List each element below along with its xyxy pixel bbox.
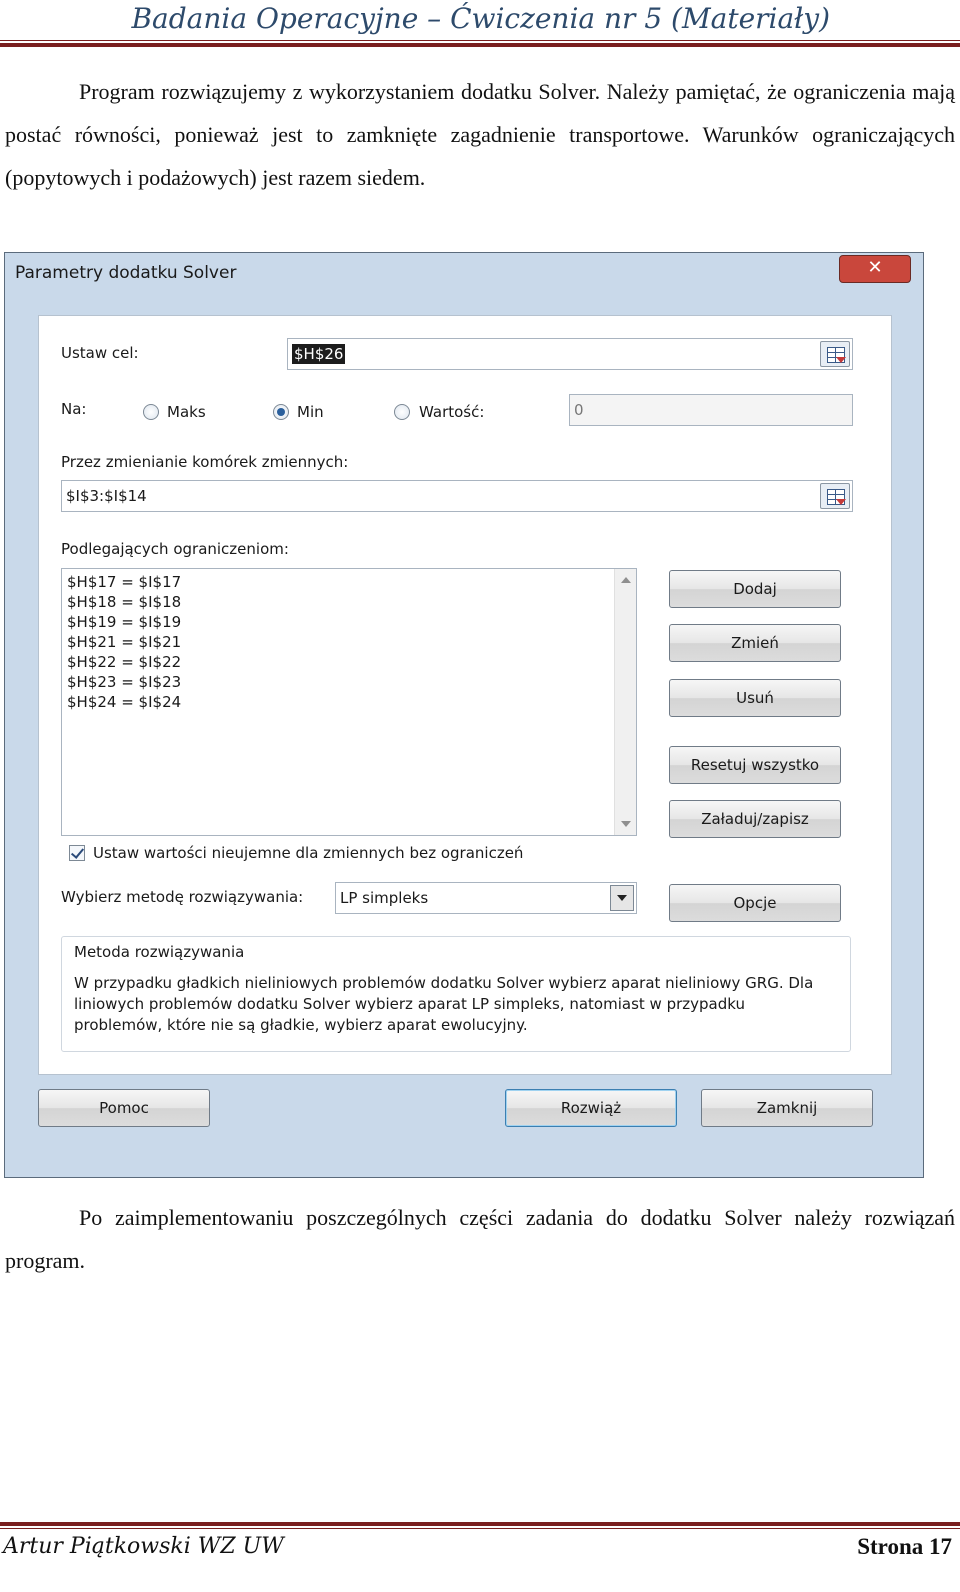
nonnegative-checkbox[interactable] [69, 845, 85, 861]
radio-value-of[interactable] [394, 404, 410, 420]
method-group-title: Metoda rozwiązywania [74, 943, 245, 961]
footer-page-number: Strona 17 [857, 1534, 952, 1559]
after-text: Po zaimplementowaniu poszczególnych częś… [5, 1205, 955, 1273]
nonnegative-label: Ustaw wartości nieujemne dla zmiennych b… [93, 844, 524, 862]
method-groupbox: Metoda rozwiązywania W przypadku gładkic… [61, 936, 851, 1052]
load-save-button[interactable]: Załaduj/zapisz [669, 800, 841, 838]
method-description: W przypadku gładkich nieliniowych proble… [74, 974, 814, 1034]
close-button[interactable]: Zamknij [701, 1089, 873, 1127]
dialog-titlebar: Parametry dodatku Solver ✕ [5, 253, 923, 293]
header-rule-thin [0, 40, 960, 41]
to-label: Na: [61, 400, 87, 418]
method-select[interactable]: LP simpleks [335, 882, 637, 914]
dialog-body: Ustaw cel: $H$26 Na: Maks Min Wartość: 0… [38, 315, 892, 1075]
changing-cells-value: $I$3:$I$14 [66, 487, 147, 505]
set-objective-value: $H$26 [292, 344, 346, 364]
add-button[interactable]: Dodaj [669, 570, 841, 608]
change-button[interactable]: Zmień [669, 624, 841, 662]
radio-min[interactable] [273, 404, 289, 420]
radio-min-label: Min [297, 403, 324, 421]
list-item[interactable]: $H$23 = $I$23 [67, 672, 181, 692]
range-select-icon[interactable] [820, 341, 850, 367]
constraints-scrollbar[interactable] [614, 569, 636, 835]
footer-author: Artur Piątkowski WZ UW [3, 1534, 284, 1559]
set-objective-label: Ustaw cel: [61, 344, 139, 362]
reset-all-button[interactable]: Resetuj wszystko [669, 746, 841, 784]
changing-cells-label: Przez zmienianie komórek zmiennych: [61, 453, 349, 471]
list-item[interactable]: $H$22 = $I$22 [67, 652, 181, 672]
solve-button[interactable]: Rozwiąż [505, 1089, 677, 1127]
scroll-up-icon[interactable] [621, 577, 631, 583]
radio-max[interactable] [143, 404, 159, 420]
header-rule-thick [0, 43, 960, 47]
options-button[interactable]: Opcje [669, 884, 841, 922]
list-item[interactable]: $H$19 = $I$19 [67, 612, 181, 632]
set-objective-input[interactable]: $H$26 [287, 338, 853, 370]
solver-dialog: Parametry dodatku Solver ✕ Ustaw cel: $H… [4, 252, 924, 1178]
close-icon[interactable]: ✕ [839, 255, 911, 283]
check-icon [70, 845, 85, 859]
scroll-down-icon[interactable] [621, 821, 631, 827]
list-item[interactable]: $H$24 = $I$24 [67, 692, 181, 712]
page-footer: Artur Piątkowski WZ UW Strona 17 [0, 1524, 960, 1592]
value-of-input[interactable]: 0 [569, 394, 853, 426]
help-button[interactable]: Pomoc [38, 1089, 210, 1127]
range-select-icon[interactable] [820, 483, 850, 509]
constraints-list[interactable]: $H$17 = $I$17 $H$18 = $I$18 $H$19 = $I$1… [61, 568, 637, 836]
chevron-down-icon[interactable] [610, 885, 634, 911]
list-item[interactable]: $H$18 = $I$18 [67, 592, 181, 612]
changing-cells-input[interactable]: $I$3:$I$14 [61, 480, 853, 512]
delete-button[interactable]: Usuń [669, 679, 841, 717]
method-label: Wybierz metodę rozwiązywania: [61, 888, 304, 906]
intro-paragraph: Program rozwiązujemy z wykorzystaniem do… [5, 70, 955, 199]
header-title: Badania Operacyjne – Ćwiczenia nr 5 (Mat… [131, 2, 830, 35]
method-select-value: LP simpleks [340, 889, 429, 907]
radio-value-of-label: Wartość: [419, 403, 485, 421]
list-item[interactable]: $H$17 = $I$17 [67, 572, 181, 592]
intro-text: Program rozwiązujemy z wykorzystaniem do… [5, 79, 955, 190]
after-paragraph: Po zaimplementowaniu poszczególnych częś… [5, 1196, 955, 1282]
list-item[interactable]: $H$21 = $I$21 [67, 632, 181, 652]
constraints-label: Podlegających ograniczeniom: [61, 540, 289, 558]
radio-max-label: Maks [167, 403, 206, 421]
dialog-title: Parametry dodatku Solver [15, 263, 237, 283]
